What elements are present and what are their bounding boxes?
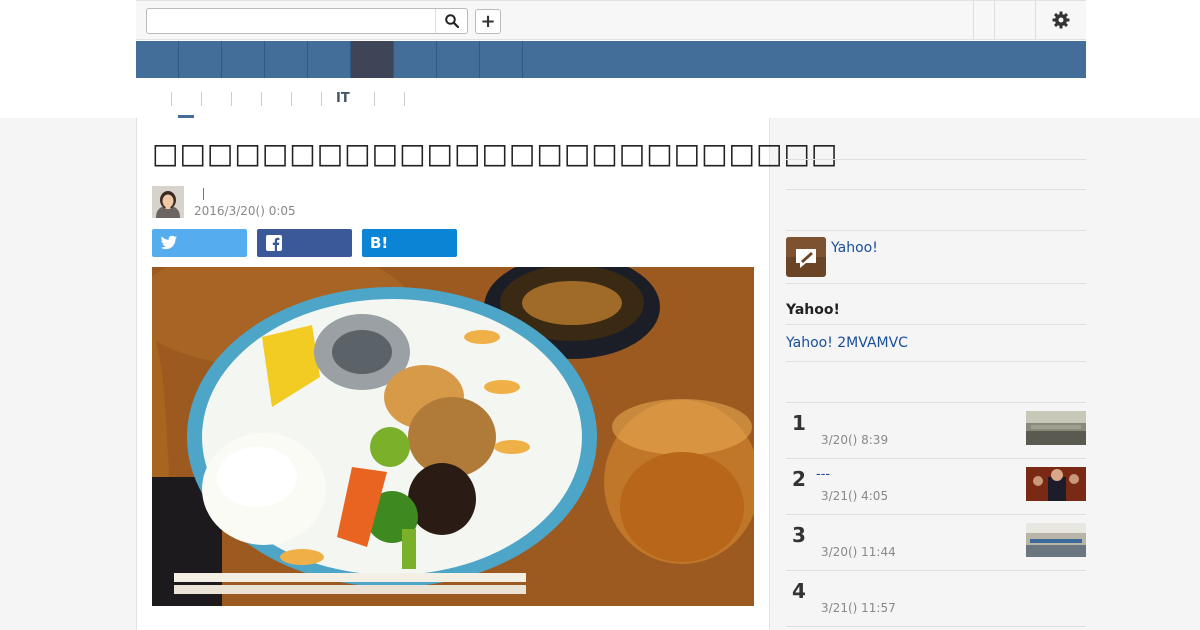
- search-icon: [444, 14, 459, 28]
- sub-navbar: IT: [136, 78, 1086, 118]
- subnav-divider: [171, 92, 172, 106]
- toolbar-divider: [994, 1, 995, 39]
- rank-thumbnail[interactable]: [1026, 411, 1086, 445]
- top-bar: + IT: [0, 0, 1200, 118]
- subnav-divider: [231, 92, 232, 106]
- sidebar-link[interactable]: Yahoo! 2MVAMVC: [786, 335, 908, 351]
- search-box: [146, 8, 468, 34]
- search-input[interactable]: [147, 9, 432, 33]
- nav-item[interactable]: [308, 41, 351, 78]
- sidebar-divider: [786, 159, 1086, 160]
- ranking-item[interactable]: 2 --- 3/21() 4:05: [786, 459, 1086, 515]
- nav-item[interactable]: [179, 41, 222, 78]
- sidebar-divider: [786, 626, 1086, 627]
- subnav-divider: [261, 92, 262, 106]
- subnav-divider: [374, 92, 375, 106]
- search-button[interactable]: [435, 9, 467, 33]
- nav-item-active[interactable]: [351, 41, 394, 78]
- article-title: □□□□□□□□□□□□□□□□□□□□□□□□□: [152, 137, 839, 170]
- rank-time: 3/20() 11:44: [821, 545, 896, 559]
- facebook-icon: [266, 235, 282, 251]
- rank-time: 3/20() 8:39: [821, 433, 889, 447]
- rank-thumbnail[interactable]: [1026, 467, 1086, 501]
- sidebar-divider: [786, 230, 1086, 231]
- ranking-item[interactable]: 4 3/21() 11:57: [786, 571, 1086, 627]
- add-button[interactable]: +: [475, 9, 501, 34]
- nav-item[interactable]: [136, 41, 179, 78]
- toolbar-divider: [973, 1, 974, 39]
- subnav-divider: [321, 92, 322, 106]
- sidebar-divider: [786, 283, 1086, 284]
- nav-item[interactable]: [265, 41, 308, 78]
- subnav-divider: [201, 92, 202, 106]
- author-avatar[interactable]: [152, 186, 184, 218]
- sidebar-heading: Yahoo!: [786, 302, 840, 318]
- sidebar-divider: [786, 189, 1086, 190]
- subnav-divider: [291, 92, 292, 106]
- rank-time: 3/21() 4:05: [821, 489, 889, 503]
- gear-icon: [1052, 11, 1070, 29]
- publish-date: 2016/3/20() 0:05: [194, 204, 296, 218]
- subnav-divider: [404, 92, 405, 106]
- rank-title[interactable]: ---: [816, 467, 830, 482]
- hatena-bookmark-icon: B!: [370, 234, 389, 252]
- rank-number: 3: [792, 523, 806, 547]
- nav-item[interactable]: [394, 41, 437, 78]
- byline-divider: [203, 188, 204, 200]
- sidebar-divider: [786, 324, 1086, 325]
- ranking-item[interactable]: 3 3/20() 11:44: [786, 515, 1086, 571]
- nav-item[interactable]: [437, 41, 480, 78]
- nav-item[interactable]: [222, 41, 265, 78]
- toolbar: +: [136, 0, 1086, 40]
- rank-number: 2: [792, 467, 806, 491]
- article-hero-image: [152, 267, 754, 606]
- sidebar: Yahoo! Yahoo! Yahoo! 2MVAMVC 1 3/20() 8:…: [786, 118, 1086, 630]
- category-navbar: [136, 41, 1086, 78]
- twitter-share-button[interactable]: [152, 229, 247, 257]
- twitter-icon: [160, 235, 178, 250]
- hatena-bookmark-button[interactable]: B!: [362, 229, 457, 257]
- rank-thumbnail[interactable]: [1026, 523, 1086, 557]
- settings-button[interactable]: [1036, 1, 1086, 39]
- subnav-item-it[interactable]: IT: [336, 92, 350, 106]
- nav-item[interactable]: [480, 41, 523, 78]
- rank-time: 3/21() 11:57: [821, 601, 896, 615]
- pen-icon[interactable]: [786, 237, 826, 277]
- article-main: □□□□□□□□□□□□□□□□□□□□□□□□□ 2016/3/20() 0:…: [136, 118, 839, 630]
- ranking-item[interactable]: 1 3/20() 8:39: [786, 403, 1086, 459]
- facebook-share-button[interactable]: [257, 229, 352, 257]
- rank-number: 1: [792, 411, 806, 435]
- sidebar-divider: [786, 361, 1086, 362]
- yahoo-pro-link[interactable]: Yahoo!: [831, 240, 878, 256]
- rank-number: 4: [792, 579, 806, 603]
